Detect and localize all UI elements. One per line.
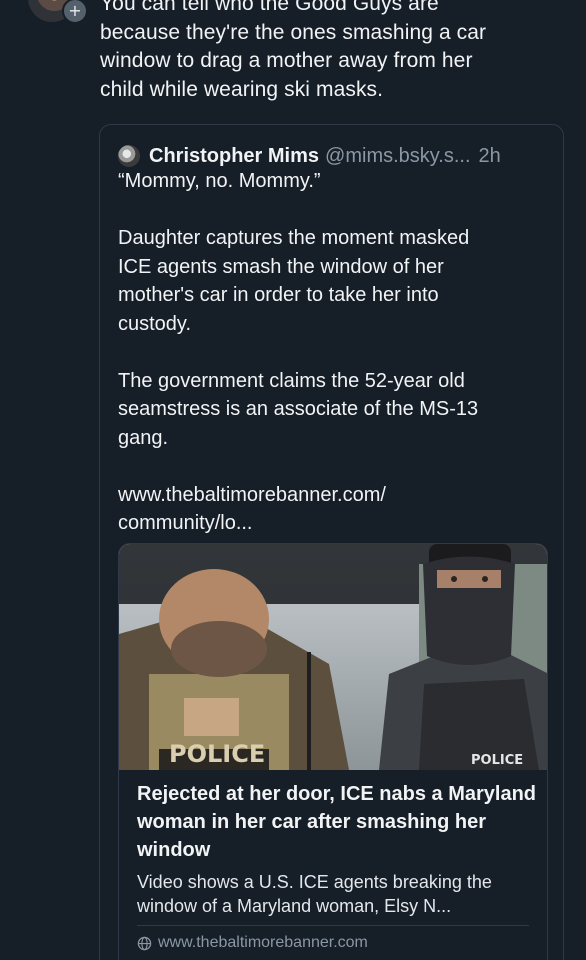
quoted-post-card[interactable]: Christopher Mims @mims.bsky.s... 2h “Mom… — [99, 124, 564, 960]
link-preview-description: Video shows a U.S. ICE agents breaking t… — [137, 872, 492, 916]
link-preview-divider — [137, 925, 529, 926]
globe-icon — [137, 936, 152, 950]
quoted-author-handle[interactable]: @mims.bsky.s... — [325, 145, 471, 168]
quoted-post-time: 2h — [478, 144, 501, 167]
quoted-author-name[interactable]: Christopher Mims — [149, 145, 319, 168]
quoted-author-avatar[interactable] — [118, 145, 140, 167]
bluesky-post-view: + You can tell who the Good Guys are bec… — [0, 0, 586, 960]
link-preview-image[interactable]: POLICE POLICE — [119, 544, 547, 770]
vest-label-right: POLICE — [471, 753, 523, 768]
link-preview-card[interactable]: POLICE POLICE Rejected at her door, ICE … — [118, 543, 548, 960]
quoted-post-header: Christopher Mims @mims.bsky.s... 2h — [118, 143, 553, 169]
follow-plus-button[interactable]: + — [62, 0, 88, 24]
quoted-post-text: “Mommy, no. Mommy.” Daughter captures th… — [118, 170, 479, 534]
link-preview-title[interactable]: Rejected at her door, ICE nabs a Marylan… — [137, 780, 537, 864]
police-photo-illustration: POLICE POLICE — [119, 544, 547, 770]
vest-label-left: POLICE — [169, 740, 265, 768]
link-preview-domain-row[interactable]: www.thebaltimorebanner.com — [137, 934, 368, 952]
post-text: You can tell who the Good Guys are becau… — [100, 0, 487, 101]
link-preview-domain: www.thebaltimorebanner.com — [158, 934, 368, 951]
